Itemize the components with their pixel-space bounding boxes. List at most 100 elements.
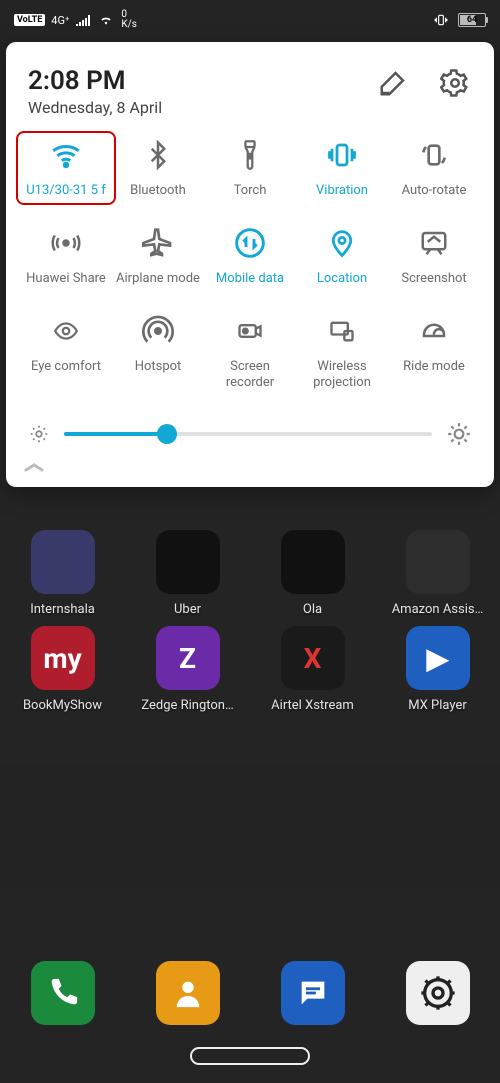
- huaweishare-icon: [48, 225, 84, 261]
- nav-bar: [0, 1041, 500, 1071]
- projection-icon: [324, 313, 360, 349]
- app-Ola[interactable]: Ola: [277, 530, 349, 617]
- app-label: BookMyShow: [23, 698, 102, 713]
- tile-label: Location: [317, 271, 367, 287]
- app-label: Internshala: [30, 602, 95, 617]
- signal-icon: [75, 14, 91, 26]
- hotspot-icon: [140, 313, 176, 349]
- tile-label: Bluetooth: [130, 183, 186, 199]
- tiles-grid: U13/30-31 5 f Bluetooth Torch Vibration Auto…: [22, 133, 478, 399]
- dock: [0, 961, 500, 1025]
- tile-location[interactable]: Location: [298, 225, 386, 287]
- app-gear[interactable]: [402, 961, 474, 1025]
- mobiledata-icon: [232, 225, 268, 261]
- tile-label: Auto-rotate: [402, 183, 467, 199]
- app-chat[interactable]: [277, 961, 349, 1025]
- network-gen-indicator: 4G⁺: [51, 14, 69, 27]
- tile-label: Huawei Share: [26, 271, 106, 287]
- tile-ridemode[interactable]: Ride mode: [390, 313, 478, 391]
- app-BookMyShow[interactable]: myBookMyShow: [27, 626, 99, 713]
- app-label: Zedge Rington…: [141, 698, 233, 713]
- date-text: Wednesday, 8 April: [28, 98, 162, 117]
- torch-icon: [232, 137, 268, 173]
- app-icon: [156, 530, 220, 594]
- tile-label: Hotspot: [135, 359, 182, 375]
- app-label: Amazon Assis…: [392, 602, 484, 617]
- app-icon: [31, 530, 95, 594]
- tile-hotspot[interactable]: Hotspot: [114, 313, 202, 391]
- vibration-icon: [324, 137, 360, 173]
- app-icon: [31, 961, 95, 1025]
- tile-autorotate[interactable]: Auto-rotate: [390, 137, 478, 199]
- app-label: Ola: [303, 602, 322, 617]
- app-Airtel Xstream[interactable]: XAirtel Xstream: [277, 626, 349, 713]
- status-bar: VoLTE 4G⁺ 0 K/s 64: [0, 0, 500, 40]
- time-text: 2:08 PM: [28, 66, 162, 96]
- tile-label: Eye comfort: [31, 359, 101, 375]
- recorder-icon: [232, 313, 268, 349]
- app-icon: [156, 961, 220, 1025]
- app-icon: [281, 530, 345, 594]
- tile-screenshot[interactable]: Screenshot: [390, 225, 478, 287]
- tile-wifi[interactable]: U13/30-31 5 f: [22, 137, 110, 199]
- helmet-icon: [416, 313, 452, 349]
- brightness-high-icon: [446, 421, 472, 447]
- screenshot-icon: [416, 225, 452, 261]
- tile-label: Ride mode: [403, 359, 465, 375]
- tile-label: Vibration: [316, 183, 368, 199]
- app-label: Airtel Xstream: [271, 698, 354, 713]
- brightness-slider[interactable]: [64, 424, 432, 444]
- app-Zedge Rington…[interactable]: ZZedge Rington…: [152, 626, 224, 713]
- app-Amazon Assis…[interactable]: Amazon Assis…: [402, 530, 474, 617]
- volte-indicator: VoLTE: [14, 14, 45, 26]
- airplane-icon: [140, 225, 176, 261]
- app-Uber[interactable]: Uber: [152, 530, 224, 617]
- app-icon: [406, 961, 470, 1025]
- brightness-row: [22, 399, 478, 453]
- bluetooth-icon: [140, 137, 176, 173]
- tile-bluetooth[interactable]: Bluetooth: [114, 137, 202, 199]
- tile-airplane[interactable]: Airplane mode: [114, 225, 202, 287]
- app-row-2: myBookMyShowZZedge Rington…XAirtel Xstre…: [0, 626, 500, 713]
- tile-label: Torch: [234, 183, 267, 199]
- app-label: Uber: [174, 602, 201, 617]
- quick-settings-panel: 2:08 PM Wednesday, 8 April U13/30-31 5 f…: [6, 42, 494, 487]
- tile-label: Screenshot: [401, 271, 466, 287]
- app-icon: my: [31, 626, 95, 690]
- brightness-low-icon: [28, 423, 50, 445]
- tile-recorder[interactable]: Screen recorder: [206, 313, 294, 391]
- app-icon: [281, 961, 345, 1025]
- battery-indicator: 64: [458, 13, 486, 27]
- wifi-icon: [48, 137, 84, 173]
- app-MX Player[interactable]: ▶ MX Player: [402, 626, 474, 713]
- tile-projection[interactable]: Wireless projection: [298, 313, 386, 391]
- tile-vibration[interactable]: Vibration: [298, 137, 386, 199]
- tile-eyecomfort[interactable]: Eye comfort: [22, 313, 110, 391]
- wifi-status-icon: [97, 13, 115, 27]
- tile-torch[interactable]: Torch: [206, 137, 294, 199]
- location-icon: [324, 225, 360, 261]
- tile-label: Mobile data: [216, 271, 284, 287]
- data-speed-indicator: 0 K/s: [121, 10, 137, 30]
- app-row-1: Internshala Uber Ola Amazon Assis…: [0, 530, 500, 617]
- settings-button[interactable]: [438, 66, 472, 100]
- panel-header: 2:08 PM Wednesday, 8 April: [22, 66, 478, 133]
- tile-label: Airplane mode: [116, 271, 200, 287]
- gesture-pill[interactable]: [190, 1047, 310, 1065]
- app-label: MX Player: [408, 698, 467, 713]
- app-icon: [406, 530, 470, 594]
- tile-mobiledata[interactable]: Mobile data: [206, 225, 294, 287]
- edit-tiles-button[interactable]: [376, 66, 410, 100]
- tile-label: Screen recorder: [206, 359, 294, 391]
- app-Internshala[interactable]: Internshala: [27, 530, 99, 617]
- app-icon: X: [281, 626, 345, 690]
- tile-label: U13/30-31 5 f: [26, 183, 106, 199]
- eye-icon: [48, 313, 84, 349]
- panel-expand-handle[interactable]: [22, 453, 478, 475]
- autorotate-icon: [416, 137, 452, 173]
- app-phone[interactable]: [27, 961, 99, 1025]
- app-contact[interactable]: [152, 961, 224, 1025]
- app-icon: ▶: [406, 626, 470, 690]
- tile-huaweishare[interactable]: Huawei Share: [22, 225, 110, 287]
- clock-block[interactable]: 2:08 PM Wednesday, 8 April: [28, 66, 162, 117]
